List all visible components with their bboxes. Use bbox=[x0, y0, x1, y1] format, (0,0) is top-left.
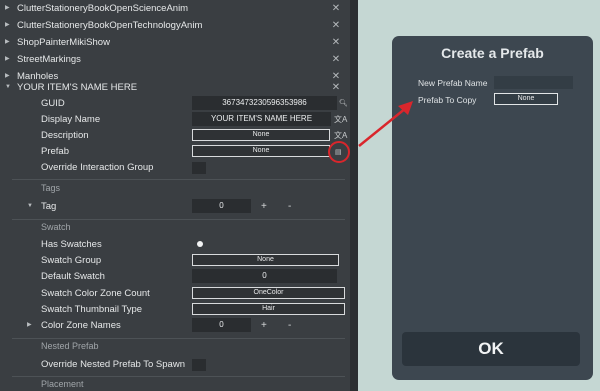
color-zone-names-row: ▶ Color Zone Names 0 + - bbox=[0, 317, 350, 334]
guid-row: GUID 3673473230596353986 🔍︎ bbox=[0, 95, 350, 112]
section-divider bbox=[12, 338, 345, 339]
color-zone-count-row: Swatch Color Zone Count OneColor bbox=[0, 285, 350, 302]
default-swatch-row: Default Swatch 0 bbox=[0, 268, 350, 285]
swatch-group-dropdown[interactable]: None bbox=[192, 254, 339, 266]
translate-icon[interactable]: 文A bbox=[334, 111, 347, 128]
scrollbar[interactable] bbox=[350, 0, 358, 391]
prefab-row: Prefab None ▤ bbox=[0, 143, 350, 160]
close-icon[interactable]: ✕ bbox=[331, 34, 341, 51]
collapse-arrow-icon[interactable]: ▼ bbox=[5, 79, 13, 96]
default-swatch-label: Default Swatch bbox=[41, 271, 105, 282]
guid-field[interactable]: 3673473230596353986 bbox=[192, 96, 337, 110]
override-interaction-row: Override Interaction Group bbox=[0, 159, 350, 176]
thumbnail-type-dropdown[interactable]: Hair bbox=[192, 303, 345, 315]
expand-arrow-icon[interactable]: ▶ bbox=[27, 317, 35, 334]
expand-arrow-icon[interactable]: ▶ bbox=[5, 34, 13, 51]
tree-item[interactable]: ▶ ClutterStationeryBookOpenScienceAnim ✕ bbox=[0, 0, 350, 17]
new-prefab-name-label: New Prefab Name bbox=[418, 78, 488, 88]
expand-arrow-icon[interactable]: ▶ bbox=[5, 17, 13, 34]
tree-item[interactable]: ▶ ClutterStationeryBookOpenTechnologyAni… bbox=[0, 17, 350, 34]
expand-arrow-icon[interactable]: ▼ bbox=[27, 198, 35, 215]
search-icon[interactable]: 🔍︎ bbox=[339, 95, 348, 112]
color-zone-add-button[interactable]: + bbox=[261, 317, 267, 334]
description-label: Description bbox=[41, 130, 89, 141]
description-dropdown[interactable]: None bbox=[192, 129, 330, 141]
tree-item-label: StreetMarkings bbox=[17, 54, 81, 65]
override-nested-prefab-checkbox[interactable] bbox=[192, 359, 206, 371]
override-nested-prefab-row: Override Nested Prefab To Spawn bbox=[0, 356, 350, 373]
close-icon[interactable]: ✕ bbox=[331, 51, 341, 68]
translate-icon[interactable]: 文A bbox=[334, 127, 347, 144]
create-prefab-dialog: Create a Prefab New Prefab Name Prefab T… bbox=[392, 36, 593, 380]
section-divider bbox=[12, 179, 345, 180]
display-name-row: Display Name YOUR ITEM'S NAME HERE 文A bbox=[0, 111, 350, 128]
expand-arrow-icon[interactable]: ▶ bbox=[5, 51, 13, 68]
color-zone-remove-button[interactable]: - bbox=[288, 317, 291, 334]
prefab-label: Prefab bbox=[41, 146, 69, 157]
tree-item-expanded[interactable]: ▼ YOUR ITEM'S NAME HERE ✕ bbox=[0, 79, 350, 96]
new-prefab-name-input[interactable] bbox=[494, 76, 573, 89]
display-name-label: Display Name bbox=[41, 114, 101, 125]
tag-count-field[interactable]: 0 bbox=[192, 199, 251, 213]
swatch-group-row: Swatch Group None bbox=[0, 252, 350, 269]
has-swatches-toggle[interactable] bbox=[197, 241, 203, 247]
prefab-to-copy-dropdown[interactable]: None bbox=[494, 93, 558, 105]
tag-label: Tag bbox=[41, 201, 57, 212]
dialog-title: Create a Prefab bbox=[441, 45, 544, 61]
has-swatches-row: Has Swatches bbox=[0, 236, 350, 253]
ok-button[interactable]: OK bbox=[402, 332, 580, 366]
tree-item[interactable]: ▶ StreetMarkings ✕ bbox=[0, 51, 350, 68]
thumbnail-type-label: Swatch Thumbnail Type bbox=[41, 304, 143, 315]
tags-header: Tags bbox=[41, 183, 61, 193]
tree-item-label: ClutterStationeryBookOpenScienceAnim bbox=[17, 3, 189, 14]
default-swatch-field[interactable]: 0 bbox=[192, 269, 337, 283]
prefab-dropdown[interactable]: None bbox=[192, 145, 330, 157]
override-interaction-label: Override Interaction Group bbox=[41, 162, 154, 173]
prefab-to-copy-label: Prefab To Copy bbox=[418, 95, 477, 105]
color-zone-names-label: Color Zone Names bbox=[41, 320, 121, 331]
guid-label: GUID bbox=[41, 98, 65, 109]
override-nested-prefab-label: Override Nested Prefab To Spawn bbox=[41, 359, 185, 370]
tree-item-label: YOUR ITEM'S NAME HERE bbox=[17, 82, 138, 93]
swatch-group-label: Swatch Group bbox=[41, 255, 102, 266]
has-swatches-label: Has Swatches bbox=[41, 239, 102, 250]
description-row: Description None 文A bbox=[0, 127, 350, 144]
tree-item[interactable]: ▶ ShopPainterMikiShow ✕ bbox=[0, 34, 350, 51]
swatch-header: Swatch bbox=[41, 222, 71, 232]
expand-arrow-icon[interactable]: ▶ bbox=[5, 0, 13, 17]
section-divider bbox=[12, 376, 345, 377]
override-interaction-checkbox[interactable] bbox=[192, 162, 206, 174]
thumbnail-type-row: Swatch Thumbnail Type Hair bbox=[0, 301, 350, 318]
placement-header: Placement bbox=[41, 379, 84, 389]
color-zone-count-dropdown[interactable]: OneColor bbox=[192, 287, 345, 299]
inspector-panel: ▶ ClutterStationeryBookOpenScienceAnim ✕… bbox=[0, 0, 350, 391]
color-zone-names-count-field[interactable]: 0 bbox=[192, 318, 251, 332]
section-divider bbox=[12, 219, 345, 220]
tag-remove-button[interactable]: - bbox=[288, 198, 291, 215]
tree-item-label: ShopPainterMikiShow bbox=[17, 37, 110, 48]
close-icon[interactable]: ✕ bbox=[331, 17, 341, 34]
display-name-field[interactable]: YOUR ITEM'S NAME HERE bbox=[192, 112, 331, 126]
tag-add-button[interactable]: + bbox=[261, 198, 267, 215]
tree-item-label: ClutterStationeryBookOpenTechnologyAnim bbox=[17, 20, 203, 31]
nested-prefab-header: Nested Prefab bbox=[41, 341, 99, 351]
close-icon[interactable]: ✕ bbox=[331, 0, 341, 17]
close-icon[interactable]: ✕ bbox=[331, 79, 341, 96]
color-zone-count-label: Swatch Color Zone Count bbox=[41, 288, 150, 299]
tag-row: ▼ Tag 0 + - bbox=[0, 198, 350, 215]
